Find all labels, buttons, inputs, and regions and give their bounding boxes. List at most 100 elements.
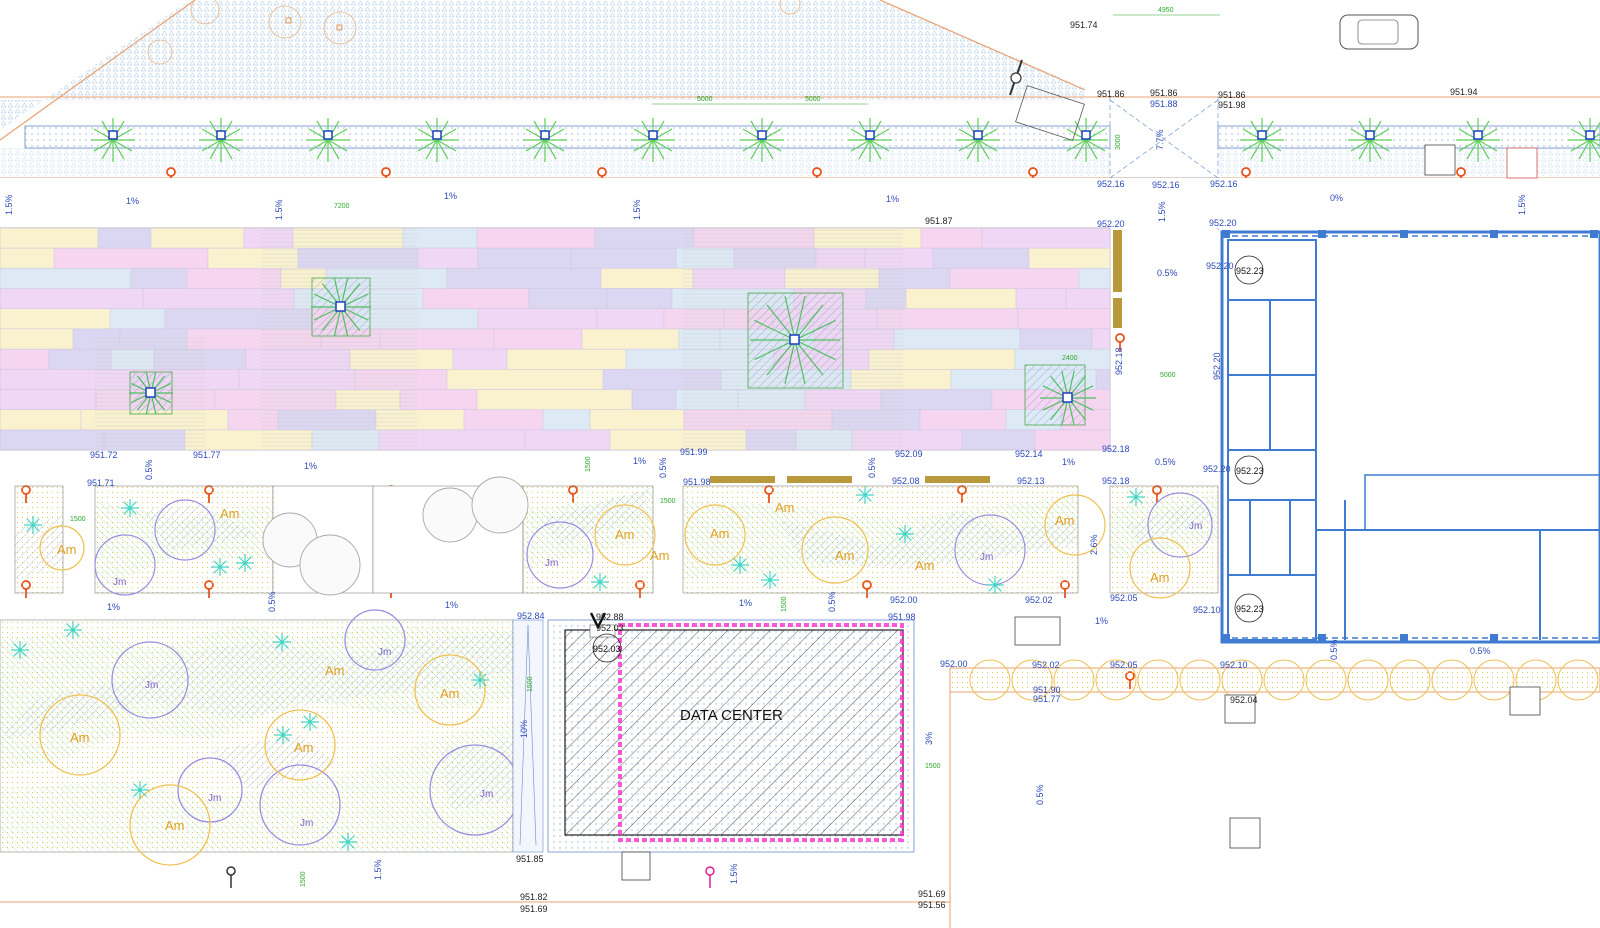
- level-951-98-mid: 951.98: [683, 477, 711, 487]
- plant-code-jm-6: Jm: [378, 647, 391, 658]
- plant-code-am-8: Am: [915, 558, 935, 573]
- slope-s6: 1%: [886, 194, 899, 204]
- level-951-94: 951.94: [1450, 87, 1478, 97]
- plant-code-jm-5: Jm: [145, 680, 158, 691]
- level-951-69b: 951.69: [918, 889, 946, 899]
- plant-code-jm-8: Jm: [208, 793, 221, 804]
- slope-s21: 1%: [445, 600, 458, 610]
- plant-code-am-4: Am: [650, 548, 670, 563]
- level-952-13: 952.13: [1017, 476, 1045, 486]
- shrub-star-icon: [591, 573, 609, 591]
- slope-s20: 0.5%: [267, 591, 277, 612]
- site-plan-drawing: 951.74 951.86 951.86 951.88 951.86 951.9…: [0, 0, 1600, 928]
- level-952-02b: 952.02: [1032, 660, 1060, 670]
- plant-code-jm-9: Jm: [300, 818, 313, 829]
- level-952-84: 952.84: [517, 611, 545, 621]
- slope-s8: 1.5%: [1157, 201, 1167, 222]
- slope-s28: 10%: [519, 720, 529, 738]
- shrub-star-icon: [274, 726, 292, 744]
- level-952-16c: 952.16: [1210, 179, 1238, 189]
- slope-s10: 1.5%: [1517, 194, 1527, 215]
- level-951-85: 951.85: [516, 854, 544, 864]
- shrub-star-icon: [856, 486, 874, 504]
- level-951-71: 951.71: [87, 478, 115, 488]
- plant-code-am-13: Am: [70, 730, 90, 745]
- dim-d9: 1500: [660, 498, 676, 505]
- marker-952-23b: 952.23: [1236, 466, 1264, 476]
- level-952-88: 952.88: [596, 612, 624, 622]
- shrub-star-icon: [236, 554, 254, 572]
- level-951-86b: 951.86: [1150, 88, 1178, 98]
- plant-code-am-10: Am: [1150, 570, 1170, 585]
- level-952-09: 952.09: [895, 449, 923, 459]
- level-951-98-top: 951.98: [1218, 100, 1246, 110]
- dim-d6: 5000: [1160, 372, 1176, 379]
- level-952-02a: 952.02: [1025, 595, 1053, 605]
- plant-code-am-15: Am: [165, 818, 185, 833]
- slope-s5: 1.5%: [632, 199, 642, 220]
- level-951-74: 951.74: [1070, 20, 1098, 30]
- level-951-69a: 951.69: [520, 904, 548, 914]
- dim-d8: 1500: [70, 516, 86, 523]
- slope-s30: 0.5%: [1035, 784, 1045, 805]
- shrub-star-icon: [301, 713, 319, 731]
- shrub-star-icon: [986, 576, 1004, 594]
- plant-code-am-5: Am: [710, 526, 730, 541]
- slope-s22: 0.5%: [827, 591, 837, 612]
- slope-s11: 0.5%: [1157, 268, 1178, 278]
- slope-s13: 1%: [304, 461, 317, 471]
- car-icon: [1339, 14, 1419, 50]
- slope-s4: 1%: [444, 191, 457, 201]
- plant-code-jm-3: Jm: [980, 552, 993, 563]
- shrub-star-icon: [731, 556, 749, 574]
- slope-s15: 0.5%: [658, 457, 668, 478]
- slope-s2: 1%: [126, 196, 139, 206]
- shrub-star-icon: [471, 671, 489, 689]
- plant-code-jm-2: Jm: [545, 558, 558, 569]
- data-center-building: [547, 619, 915, 853]
- plant-code-am-2: Am: [220, 506, 240, 521]
- plant-code-am-7: Am: [835, 548, 855, 563]
- level-952-20c: 952.20: [1206, 261, 1234, 271]
- slope-s1: 1.5%: [4, 194, 14, 215]
- level-952-00b: 952.00: [940, 659, 968, 669]
- level-952-20v: 952.20: [1212, 352, 1222, 380]
- slope-s3: 1.5%: [274, 199, 284, 220]
- dim-d2: 5000: [805, 96, 821, 103]
- slope-s26: 0.5%: [1329, 639, 1339, 660]
- level-951-88: 951.88: [1150, 99, 1178, 109]
- dim-d7: 2400: [1062, 355, 1078, 362]
- shrub-star-icon: [131, 781, 149, 799]
- data-center-label: DATA CENTER: [680, 707, 783, 724]
- sidewalk-band: [0, 178, 1600, 228]
- plant-code-jm-1: Jm: [113, 577, 126, 588]
- slope-s27: 0.5%: [1470, 646, 1491, 656]
- level-952-18a: 952.18: [1114, 347, 1124, 375]
- dim-d14: 1500: [300, 871, 307, 887]
- shrub-star-icon: [11, 641, 29, 659]
- level-952-08: 952.08: [892, 476, 920, 486]
- marker-952-03b: 952.03: [593, 644, 621, 654]
- slope-s23: 1%: [739, 598, 752, 608]
- shrub-star-icon: [1127, 488, 1145, 506]
- east-building: [1220, 230, 1600, 644]
- dim-d3: 4950: [1158, 7, 1174, 14]
- lamp-magenta-icon: [705, 866, 715, 888]
- dim-d13: 1500: [925, 763, 941, 770]
- slope-s16: 0.5%: [867, 457, 877, 478]
- slope-s25: 1%: [1095, 616, 1108, 626]
- slope-s7: 7.7%: [1155, 129, 1165, 150]
- shrub-star-icon: [339, 833, 357, 851]
- plant-code-am-6: Am: [775, 500, 795, 515]
- shrub-star-icon: [761, 571, 779, 589]
- dim-d5: 3000: [1115, 134, 1122, 150]
- plant-code-am-3: Am: [615, 527, 635, 542]
- level-951-82: 951.82: [520, 892, 548, 902]
- level-952-20d: 952.20: [1203, 464, 1231, 474]
- level-951-77: 951.77: [193, 450, 221, 460]
- level-952-16b: 952.16: [1152, 180, 1180, 190]
- level-952-05b: 952.05: [1110, 660, 1138, 670]
- level-952-18c: 952.18: [1102, 476, 1130, 486]
- dim-d12: 1500: [527, 676, 534, 692]
- level-952-18b: 952.18: [1102, 444, 1130, 454]
